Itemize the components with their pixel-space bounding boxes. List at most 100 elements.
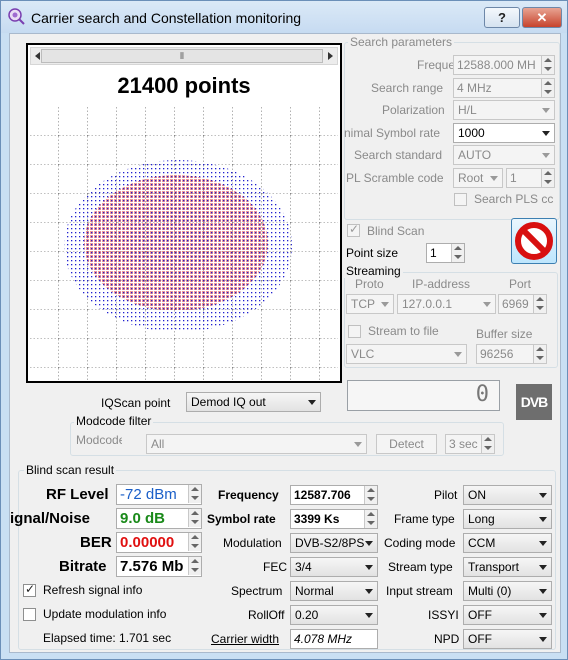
rf-level-label: RF Level	[46, 486, 109, 503]
scroll-right-arrow[interactable]	[328, 52, 333, 60]
proto-label: Proto	[355, 277, 384, 291]
stream-type-select[interactable]: Transport	[463, 557, 552, 577]
ber-text: 0.00000	[120, 534, 175, 551]
modcode-label: Modcode	[76, 433, 122, 447]
signal-noise-value: 9.0 dB	[116, 508, 202, 529]
app-window: Carrier search and Constellation monitor…	[0, 0, 568, 660]
help-button[interactable]: ?	[484, 7, 520, 28]
blind-scan-checkbox[interactable]	[347, 222, 360, 237]
bitrate-value: 7.576 Mb	[116, 556, 202, 577]
port-spin[interactable]	[533, 295, 546, 313]
min-symbol-rate-label: nimal Symbol rate	[344, 126, 441, 140]
ip-address-select[interactable]: 127.0.0.1	[397, 294, 496, 314]
rf-level-spin[interactable]	[188, 485, 201, 503]
min-symbol-rate-select[interactable]: 1000	[453, 123, 555, 143]
symbol-rate-spin[interactable]	[364, 510, 377, 528]
pl-mode-select[interactable]: Root	[453, 168, 503, 188]
frequency-result-label: Frequency	[218, 488, 279, 502]
detect-timeout-spin[interactable]	[481, 435, 494, 453]
signal-noise-text: 9.0 dB	[120, 510, 166, 527]
frame-type-label: Frame type	[394, 512, 455, 526]
modcode-select[interactable]: All	[146, 434, 367, 454]
title-bar[interactable]: Carrier search and Constellation monitor…	[1, 1, 567, 33]
carrier-width-value: 4.078 MHz	[290, 629, 378, 649]
constellation-panel: ⦀ 21400 points	[26, 43, 342, 383]
refresh-signal-checkbox[interactable]	[23, 582, 36, 597]
input-stream-select[interactable]: Multi (0)	[463, 581, 552, 601]
symbol-rate-label: Symbol rate	[207, 512, 276, 526]
horizontal-scrollbar[interactable]: ⦀	[30, 47, 338, 65]
modulation-label: Modulation	[223, 536, 282, 550]
buffer-size-input[interactable]: 96256	[476, 344, 547, 364]
packet-counter: 0	[347, 380, 500, 411]
detect-button[interactable]: Detect	[376, 434, 437, 454]
search-range-spin[interactable]	[541, 79, 554, 97]
bitrate-spin[interactable]	[188, 557, 201, 575]
close-button[interactable]: ✕	[522, 7, 562, 28]
rolloff-label: RollOff	[248, 608, 285, 622]
stop-button[interactable]	[511, 218, 557, 264]
search-parameters-label: Search parameters	[348, 35, 455, 49]
ber-label: BER	[80, 534, 112, 551]
coding-mode-select[interactable]: CCM	[463, 533, 552, 553]
stream-to-file-checkbox[interactable]	[348, 325, 361, 338]
constellation-plot	[30, 107, 338, 381]
blind-scan-label: Blind Scan	[367, 224, 425, 238]
rf-level-value: -72 dBm	[116, 484, 202, 505]
scroll-left-arrow[interactable]	[35, 52, 40, 60]
search-standard-select[interactable]: AUTO	[453, 145, 555, 165]
iq-scan-label: IQScan point	[101, 396, 171, 410]
symbol-rate-value: 3399 Ks	[290, 509, 378, 529]
rolloff-select[interactable]: 0.20	[290, 605, 378, 625]
stream-to-file-label: Stream to file	[368, 324, 439, 338]
carrier-width-label[interactable]: Carrier width	[211, 632, 279, 646]
proto-select[interactable]: TCP	[346, 294, 394, 314]
bitrate-label: Bitrate	[59, 558, 107, 575]
npd-select[interactable]: OFF	[463, 629, 552, 649]
issyi-select[interactable]: OFF	[463, 605, 552, 625]
signal-noise-spin[interactable]	[188, 509, 201, 527]
buffer-size-spin[interactable]	[533, 345, 546, 363]
pilot-label: Pilot	[434, 488, 458, 502]
pilot-select[interactable]: ON	[463, 485, 552, 505]
update-modulation-checkbox[interactable]	[23, 608, 36, 621]
frequency-input[interactable]: 12588.000 MH	[453, 55, 555, 75]
pl-code-input[interactable]: 1	[506, 168, 555, 188]
streaming-label: Streaming	[344, 264, 403, 278]
frequency-spin[interactable]	[541, 56, 554, 74]
fec-select[interactable]: 3/4	[290, 557, 378, 577]
buffer-size-label: Buffer size	[476, 327, 533, 341]
pl-code-spin[interactable]	[541, 169, 554, 187]
pl-scramble-label: PL Scramble code	[346, 171, 444, 185]
signal-noise-label: ignal/Noise	[10, 510, 91, 527]
detect-timeout-input[interactable]: 3 sec	[445, 434, 495, 454]
coding-mode-label: Coding mode	[384, 536, 456, 550]
player-select[interactable]: VLC	[346, 344, 467, 364]
frequency-result-spin[interactable]	[364, 486, 377, 504]
update-modulation-label: Update modulation info	[43, 607, 167, 621]
ber-value: 0.00000	[116, 532, 202, 553]
polarization-label: Polarization	[382, 103, 445, 117]
ber-spin[interactable]	[188, 533, 201, 551]
port-input[interactable]: 6969	[498, 294, 547, 314]
polarization-select[interactable]: H/L	[453, 100, 555, 120]
point-size-input[interactable]: 1	[426, 243, 465, 263]
search-range-input[interactable]: 4 MHz	[453, 78, 555, 98]
elapsed-time: Elapsed time: 1.701 sec	[43, 631, 172, 645]
iq-scan-select[interactable]: Demod IQ out	[186, 392, 321, 412]
search-range-label: Search range	[371, 81, 444, 95]
npd-label: NPD	[434, 632, 460, 646]
port-label: Port	[509, 277, 532, 291]
app-icon	[8, 8, 25, 25]
modulation-select[interactable]: DVB-S2/8PS	[290, 533, 378, 553]
point-size-spin[interactable]	[451, 244, 464, 262]
search-standard-label: Search standard	[354, 148, 443, 162]
input-stream-label: Input stream	[386, 584, 453, 598]
frame-type-select[interactable]: Long	[463, 509, 552, 529]
rf-level-text: -72 dBm	[120, 486, 177, 503]
dvb-logo: DVB	[516, 384, 552, 420]
spectrum-select[interactable]: Normal	[290, 581, 378, 601]
scroll-thumb[interactable]: ⦀	[41, 49, 323, 63]
spectrum-label: Spectrum	[231, 584, 283, 598]
search-pls-checkbox[interactable]	[454, 193, 467, 206]
